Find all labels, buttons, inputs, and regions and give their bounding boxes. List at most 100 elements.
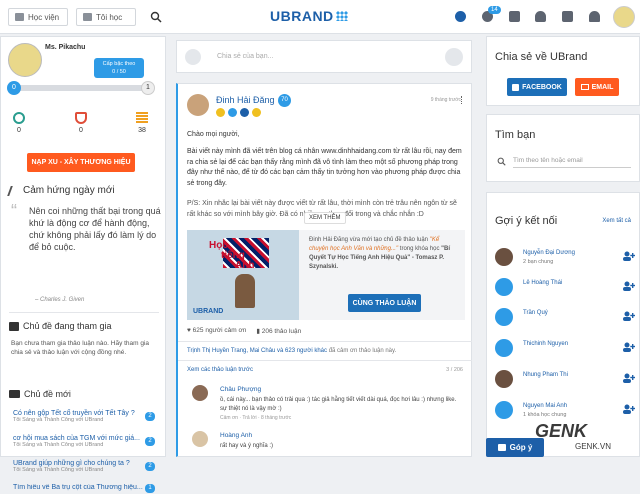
user-avatar[interactable] bbox=[613, 6, 635, 28]
person-avatar[interactable] bbox=[495, 278, 513, 296]
person-sub: 1 khóa học chung bbox=[523, 412, 567, 418]
book-icon bbox=[83, 13, 92, 21]
suggested-person[interactable]: Trần Quý bbox=[495, 308, 635, 330]
watermark-url: GENK.VN bbox=[575, 442, 612, 451]
friends-icon[interactable] bbox=[535, 11, 546, 22]
stats-icon[interactable] bbox=[509, 11, 520, 22]
person-avatar[interactable] bbox=[495, 370, 513, 388]
topic-title[interactable]: UBrand giúp những gì cho chúng ta ? bbox=[13, 460, 163, 467]
profile-name[interactable]: Ms. Pikachu bbox=[45, 44, 85, 51]
banner-text: Anh bbox=[235, 260, 255, 271]
suggested-person[interactable]: Thichinh Nguyen bbox=[495, 339, 635, 361]
person-avatar[interactable] bbox=[495, 308, 513, 326]
globe-icon[interactable] bbox=[455, 11, 466, 22]
join-discussion-button[interactable]: CÙNG THẢO LUẬN bbox=[348, 294, 421, 312]
email-button[interactable]: EMAIL bbox=[575, 78, 619, 96]
suggested-person[interactable]: Nguyễn Đại Dương 2 bạn chung bbox=[495, 248, 635, 270]
newest-title: Chủ đề mới bbox=[24, 389, 71, 399]
level-tooltip-value: 0 / 50 bbox=[112, 69, 126, 75]
person-name[interactable]: Nguyen Mai Anh bbox=[523, 403, 567, 409]
toi-hoc-button[interactable]: Tôi học bbox=[76, 8, 136, 26]
topic-sub: Tôi Sáng và Thành Công với UBrand bbox=[13, 442, 104, 448]
discussion-stat[interactable]: ▮ 206 thảo luận bbox=[256, 327, 301, 335]
post-time: 9 tháng trước bbox=[430, 97, 461, 103]
academy-icon bbox=[15, 13, 24, 21]
notif-badge: 14 bbox=[488, 6, 501, 14]
see-more-button[interactable]: XEM THÊM bbox=[304, 212, 346, 224]
person-avatar[interactable] bbox=[495, 401, 513, 419]
attachment[interactable]: Học tiếng Anh UBRAND Đinh Hải Đăng vừa m… bbox=[187, 230, 465, 320]
search-icon[interactable] bbox=[150, 11, 162, 23]
bell-icon[interactable] bbox=[589, 11, 600, 22]
suggested-person[interactable]: Lê Hoàng Thái bbox=[495, 278, 635, 300]
thanks-stat[interactable]: ♥ 625 người cảm ơn bbox=[187, 327, 246, 335]
person-name[interactable]: Thichinh Nguyen bbox=[523, 341, 568, 347]
badge-icon bbox=[252, 108, 261, 117]
feedback-icon bbox=[497, 444, 506, 451]
chat-icon bbox=[9, 390, 20, 398]
topic-title[interactable]: cơ hội mua sách của TGM với mức giá... bbox=[13, 435, 163, 442]
attachment-text: Đinh Hải Đăng vừa mới tạo chủ đề thảo lu… bbox=[309, 236, 459, 272]
see-all-link[interactable]: Xem tất cả bbox=[602, 218, 631, 224]
add-friend-icon[interactable] bbox=[623, 373, 635, 383]
topic-item[interactable]: Có nên gộp Tết cổ truyền với Tết Tây ? T… bbox=[13, 410, 163, 431]
person-name[interactable]: Nguyễn Đại Dương bbox=[523, 250, 575, 256]
suggested-person[interactable]: Nhung Pham Thi bbox=[495, 370, 635, 392]
person-avatar[interactable] bbox=[495, 339, 513, 357]
add-friend-icon[interactable] bbox=[623, 251, 635, 261]
thanked-by: Trịnh Thị Huyền Trang, Mai Châu và 623 n… bbox=[187, 348, 396, 354]
feedback-button[interactable]: Góp ý bbox=[486, 438, 544, 457]
commenter-avatar[interactable] bbox=[192, 385, 208, 401]
commenter-avatar[interactable] bbox=[192, 431, 208, 447]
person-name[interactable]: Nhung Pham Thi bbox=[523, 372, 568, 378]
topic-count: 1 bbox=[145, 484, 155, 493]
level-tooltip: Cấp bậc theo 0 / 50 bbox=[94, 58, 144, 78]
joined-title: Chủ đề đang tham gia bbox=[23, 321, 112, 331]
trophy-icon bbox=[75, 112, 87, 124]
topic-title[interactable]: Có nên gộp Tết cổ truyền với Tết Tây ? bbox=[13, 410, 163, 417]
divider bbox=[9, 312, 159, 313]
commenter-name[interactable]: Châu Phượng bbox=[220, 386, 261, 393]
thanked-by-names[interactable]: Trịnh Thị Huyền Trang, Mai Châu và 623 n… bbox=[187, 348, 327, 354]
topic-sub: Tôi Sáng và Thành Công với UBrand bbox=[13, 417, 104, 423]
share-title: Chia sẻ về UBrand bbox=[495, 51, 588, 63]
ubrand-logo[interactable]: UBRAND bbox=[270, 8, 348, 24]
more-icon[interactable] bbox=[461, 96, 465, 104]
suggested-person[interactable]: Nguyen Mai Anh 1 khóa học chung bbox=[495, 401, 635, 423]
stat-2[interactable]: 0 bbox=[71, 112, 91, 134]
stat-1[interactable]: 0 bbox=[9, 112, 29, 134]
comment-text: rất hay và ý nghĩa :) bbox=[220, 443, 274, 449]
person-sub: 2 bạn chung bbox=[523, 259, 554, 265]
stat-3[interactable]: 38 bbox=[132, 112, 152, 134]
add-friend-icon[interactable] bbox=[623, 404, 635, 414]
logo-text: UBRAND bbox=[270, 8, 334, 24]
find-friends-card: Tìm bạn Tìm theo tên hoặc email bbox=[486, 114, 640, 182]
topic-title[interactable]: Tìm hiểu về Ba trụ cột của Thương hiệu..… bbox=[13, 484, 163, 491]
find-input-underline bbox=[513, 167, 631, 168]
add-friend-icon[interactable] bbox=[623, 311, 635, 321]
person-name[interactable]: Trần Quý bbox=[523, 310, 548, 316]
more-discussions-link[interactable]: Xem các thảo luận trước bbox=[187, 367, 253, 373]
hoc-vien-button[interactable]: Học viện bbox=[8, 8, 68, 26]
topic-item[interactable]: cơ hội mua sách của TGM với mức giá... T… bbox=[13, 435, 163, 456]
commenter-name[interactable]: Hoàng Anh bbox=[220, 432, 252, 439]
link-icon[interactable] bbox=[445, 48, 463, 66]
profile-avatar[interactable] bbox=[8, 43, 42, 77]
top-up-button[interactable]: NẠP XU - XÂY THƯƠNG HIỆU bbox=[27, 153, 135, 172]
add-friend-icon[interactable] bbox=[623, 281, 635, 291]
daily-header: Cảm hứng ngày mới bbox=[7, 185, 115, 196]
topic-item[interactable]: Tìm hiểu về Ba trụ cột của Thương hiệu..… bbox=[13, 484, 163, 494]
person-name[interactable]: Lê Hoàng Thái bbox=[523, 280, 562, 286]
find-input[interactable]: Tìm theo tên hoặc email bbox=[513, 157, 583, 164]
divider bbox=[178, 360, 472, 361]
facebook-button[interactable]: FACEBOOK bbox=[507, 78, 567, 96]
add-friend-icon[interactable] bbox=[623, 342, 635, 352]
composer-input[interactable]: Chia sẻ của bạn... bbox=[217, 53, 273, 60]
person-avatar[interactable] bbox=[495, 248, 513, 266]
top-bar: Học viện Tôi học UBRAND 14 bbox=[0, 0, 640, 34]
author-avatar[interactable] bbox=[187, 94, 209, 116]
facebook-label: FACEBOOK bbox=[522, 83, 562, 91]
messages-icon[interactable] bbox=[562, 11, 573, 22]
author-name[interactable]: Đinh Hải Đăng bbox=[216, 95, 275, 105]
topic-item[interactable]: UBrand giúp những gì cho chúng ta ? Tôi … bbox=[13, 460, 163, 481]
